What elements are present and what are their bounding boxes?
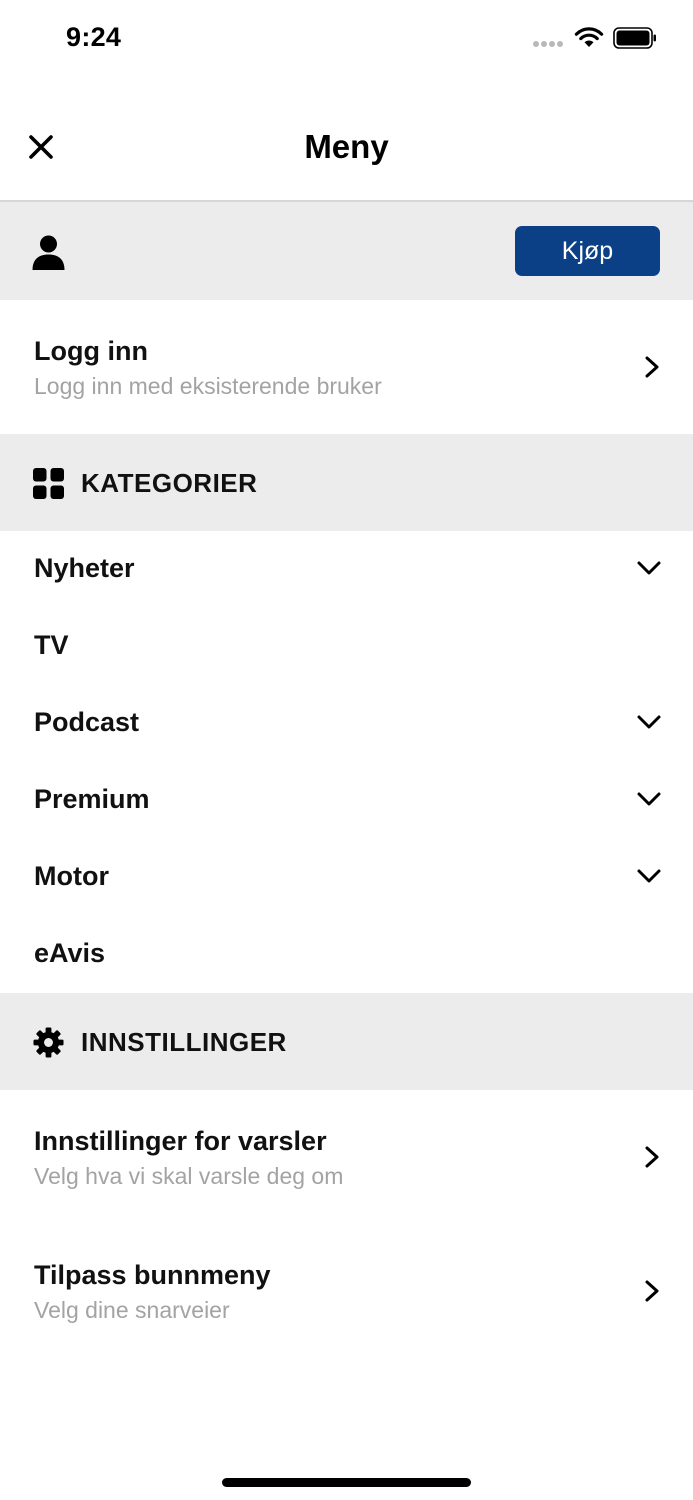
settings-header: INNSTILLINGER	[0, 993, 693, 1090]
categories-header: KATEGORIER	[0, 434, 693, 531]
category-item-premium[interactable]: Premium	[0, 762, 693, 839]
account-band: Kjøp	[0, 202, 693, 300]
status-bar: 9:24	[0, 0, 693, 78]
chevron-down-icon[interactable]	[636, 559, 662, 577]
chevron-down-icon[interactable]	[636, 867, 662, 885]
category-item-podcast[interactable]: Podcast	[0, 685, 693, 762]
buy-button[interactable]: Kjøp	[515, 226, 660, 276]
categories-heading: KATEGORIER	[81, 468, 258, 498]
battery-icon	[613, 27, 656, 49]
wifi-icon	[574, 27, 604, 47]
cellular-signal-icon	[533, 41, 563, 47]
login-row[interactable]: Logg inn Logg inn med eksisterende bruke…	[0, 300, 693, 434]
settings-heading: INNSTILLINGER	[81, 1027, 287, 1057]
settings-item-bottom-menu[interactable]: Tilpass bunnmeny Velg dine snarveier	[0, 1224, 693, 1358]
category-label: Motor	[34, 861, 109, 891]
category-label: Premium	[34, 784, 150, 814]
settings-item-subtitle: Velg dine snarveier	[34, 1297, 230, 1323]
chevron-down-icon[interactable]	[636, 713, 662, 731]
chevron-right-icon	[645, 1280, 659, 1302]
nav-header: Meny	[0, 78, 693, 202]
grid-icon	[33, 468, 64, 499]
login-title: Logg inn	[34, 336, 148, 366]
category-item-eavis[interactable]: eAvis	[0, 916, 693, 993]
chevron-right-icon	[645, 356, 659, 378]
status-time: 9:24	[66, 22, 122, 52]
settings-item-notifications[interactable]: Innstillinger for varsler Velg hva vi sk…	[0, 1090, 693, 1224]
category-label: Nyheter	[34, 553, 135, 583]
category-item-motor[interactable]: Motor	[0, 839, 693, 916]
user-icon	[32, 235, 65, 270]
chevron-right-icon	[645, 1146, 659, 1168]
category-label: eAvis	[34, 938, 106, 968]
settings-item-subtitle: Velg hva vi skal varsle deg om	[34, 1163, 344, 1189]
login-subtitle: Logg inn med eksisterende bruker	[34, 373, 382, 399]
category-label: Podcast	[34, 707, 140, 737]
category-item-tv[interactable]: TV	[0, 608, 693, 685]
gear-icon	[33, 1027, 64, 1058]
page-title: Meny	[304, 128, 389, 165]
category-item-nyheter[interactable]: Nyheter	[0, 531, 693, 608]
settings-item-title: Tilpass bunnmeny	[34, 1260, 271, 1290]
settings-item-title: Innstillinger for varsler	[34, 1126, 327, 1156]
category-label: TV	[34, 630, 69, 660]
home-indicator[interactable]	[222, 1478, 471, 1487]
chevron-down-icon[interactable]	[636, 790, 662, 808]
